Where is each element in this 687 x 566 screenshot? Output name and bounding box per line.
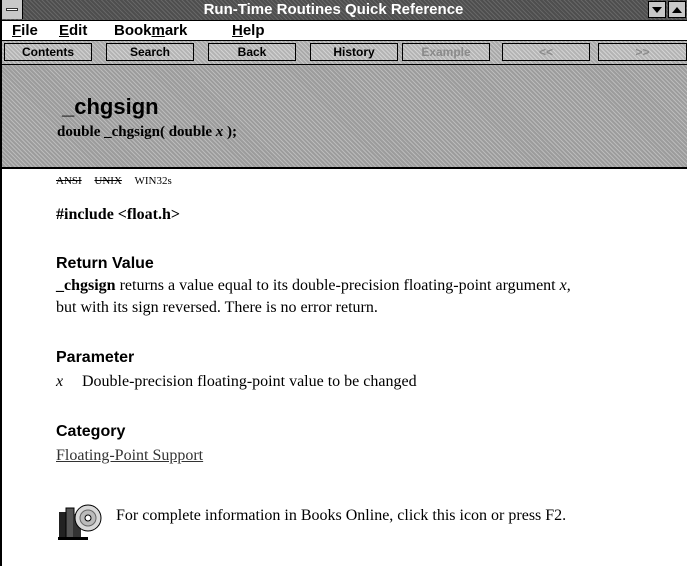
compat-ansi: ANSI xyxy=(56,175,82,187)
topic-header: _chgsign double _chgsign( double x ); xyxy=(2,65,687,169)
search-button[interactable]: Search xyxy=(106,43,194,61)
return-value-heading: Return Value xyxy=(56,255,154,272)
menu-help[interactable]: Help xyxy=(232,22,265,39)
system-menu-button[interactable] xyxy=(2,0,23,19)
back-button[interactable]: Back xyxy=(208,43,296,61)
include-line: #include <float.h> xyxy=(56,206,181,223)
title-bar[interactable]: Run-Time Routines Quick Reference xyxy=(2,0,687,21)
parameter-row: x Double-precision floating-point value t… xyxy=(56,373,417,391)
books-online-icon[interactable] xyxy=(56,498,104,542)
window-title: Run-Time Routines Quick Reference xyxy=(203,1,464,18)
menu-file[interactable]: File xyxy=(12,22,38,39)
parameter-name: x xyxy=(56,373,64,390)
help-window: Run-Time Routines Quick Reference File E… xyxy=(0,0,687,566)
menu-bar: File Edit Bookmark Help xyxy=(2,21,687,41)
compat-unix: UNIX xyxy=(94,175,122,187)
topic-title: _chgsign xyxy=(62,94,159,119)
compat-win32s: WIN32s xyxy=(134,175,172,187)
category-link[interactable]: Floating-Point Support xyxy=(56,447,203,465)
return-value-text: _chgsign returns a value equal to its do… xyxy=(56,277,571,316)
function-syntax: double _chgsign( double x ); xyxy=(57,124,238,140)
topic-content: ANSI UNIX WIN32s #include <float.h> Retu… xyxy=(2,169,687,566)
parameter-heading: Parameter xyxy=(56,349,135,366)
history-button[interactable]: History xyxy=(310,43,398,61)
minimize-icon xyxy=(652,7,662,13)
category-heading: Category xyxy=(56,423,126,440)
system-menu-icon xyxy=(6,8,18,11)
compatibility-list: ANSI UNIX WIN32s xyxy=(56,175,182,187)
contents-button[interactable]: Contents xyxy=(4,43,92,61)
books-online-text: For complete information in Books Online… xyxy=(116,507,567,524)
menu-bookmark[interactable]: Bookmark xyxy=(114,22,187,39)
previous-topic-button[interactable]: << xyxy=(502,43,590,61)
minimize-button[interactable] xyxy=(648,1,666,18)
maximize-icon xyxy=(672,7,682,13)
next-topic-button[interactable]: >> xyxy=(598,43,687,61)
menu-edit[interactable]: Edit xyxy=(59,22,87,39)
parameter-description: Double-precision floating-point value to… xyxy=(82,373,417,390)
button-bar: Contents Search Back History Example << … xyxy=(2,41,687,65)
maximize-button[interactable] xyxy=(668,1,686,18)
example-button[interactable]: Example xyxy=(402,43,490,61)
